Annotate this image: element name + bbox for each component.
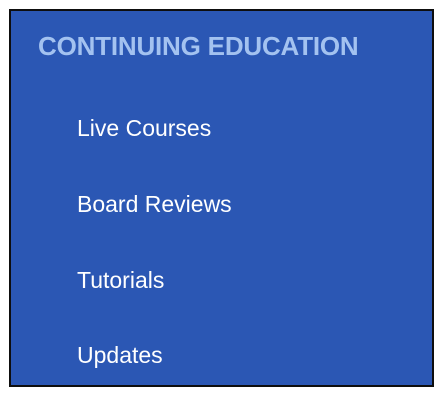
menu-item-updates[interactable]: Updates bbox=[77, 342, 163, 369]
continuing-education-menu: CONTINUING EDUCATION Live Courses Board … bbox=[9, 9, 434, 387]
menu-title: CONTINUING EDUCATION bbox=[38, 31, 359, 61]
menu-item-live-courses[interactable]: Live Courses bbox=[77, 115, 211, 142]
menu-item-tutorials[interactable]: Tutorials bbox=[77, 267, 164, 294]
menu-item-board-reviews[interactable]: Board Reviews bbox=[77, 191, 232, 218]
screenshot-frame: CONTINUING EDUCATION Live Courses Board … bbox=[0, 0, 443, 396]
